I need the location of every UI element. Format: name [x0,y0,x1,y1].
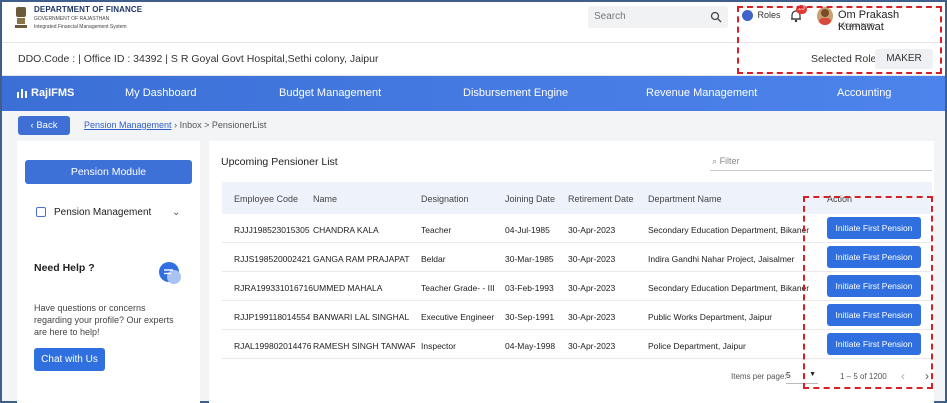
page-title: Upcoming Pensioner List [221,156,338,168]
sidebar-item-label: Pension Management [54,207,152,218]
nav-revenue-management[interactable]: Revenue Management [646,87,757,99]
breadcrumb: Pension Management › Inbox > PensionerLi… [84,120,266,130]
cell-department: Police Department, Jaipur [648,341,746,351]
cell-employee-code: RJJJ198523015305 [234,225,310,235]
need-help-heading: Need Help ? [34,262,95,274]
cell-department: Secondary Education Department, Bikaner [648,225,810,235]
cell-employee-code: RJJP199118014554 [234,312,311,322]
cell-joining-date: 04-Jul-1985 [505,225,550,235]
pension-module-button[interactable]: Pension Module [25,160,192,184]
cell-employee-code: RJRA199331016716 [234,283,313,293]
nav-budget-management[interactable]: Budget Management [279,87,381,99]
cell-designation: Teacher Grade- - III [421,283,495,293]
brand-name: RajIFMS [31,87,75,99]
cell-joining-date: 30-Sep-1991 [505,312,555,322]
cell-name: UMMED MAHALA [313,283,383,293]
column-header-employee-code[interactable]: Employee Code [234,194,298,204]
items-per-page-value: 5 [786,370,791,380]
items-per-page-label: Items per page: [731,372,787,381]
cell-name: CHANDRA KALA [313,225,379,235]
breadcrumb-pension-management[interactable]: Pension Management [84,120,172,130]
column-header-name[interactable]: Name [313,194,337,204]
cell-name: GANGA RAM PRAJAPAT [313,254,410,264]
column-header-joining-date[interactable]: Joining Date [505,194,555,204]
filter-placeholder: ⌕ Filter [712,156,740,166]
annotation-box-action [803,196,933,389]
cell-department: Public Works Department, Jaipur [648,312,773,322]
cell-employee-code: RJAL199802014476 [234,341,312,351]
chat-with-us-button[interactable]: Chat with Us [34,348,105,371]
nav-my-dashboard[interactable]: My Dashboard [125,87,197,99]
cell-designation: Inspector [421,341,456,351]
search-icon: ⌕ [712,156,718,166]
sidebar-item-pension-management[interactable]: Pension Management [36,207,151,218]
cell-retirement-date: 30-Apr-2023 [568,254,616,264]
cell-department: Secondary Education Department, Bikaner [648,283,810,293]
column-header-designation[interactable]: Designation [421,194,469,204]
nav-disbursement-engine[interactable]: Disbursement Engine [463,87,568,99]
cell-retirement-date: 30-Apr-2023 [568,312,616,322]
main-navbar: RajIFMS My Dashboard Budget Management D… [2,76,945,111]
system-name: Integrated Financial Management System [34,24,127,30]
dept-title: DEPARTMENT OF FINANCE [34,5,143,14]
search-input[interactable]: Search [588,6,728,28]
nav-accounting[interactable]: Accounting [837,87,891,99]
chevron-down-icon[interactable]: ⌄ [172,207,180,218]
filter-input[interactable]: ⌕ Filter [710,153,932,171]
cell-designation: Executive Engineer [421,312,495,322]
back-label: Back [36,120,58,131]
chevron-left-icon: ‹ [30,120,34,131]
document-search-icon [36,207,46,218]
cell-department: Indira Gandhi Nahar Project, Jaisalmer [648,254,795,264]
breadcrumb-current: Inbox > PensionerList [179,120,267,130]
cell-retirement-date: 30-Apr-2023 [568,341,616,351]
cell-joining-date: 30-Mar-1985 [505,254,554,264]
column-header-retirement-date[interactable]: Retirement Date [568,194,634,204]
cell-designation: Teacher [421,225,452,235]
cell-employee-code: RJJS198520002421 [234,254,312,264]
rajifms-logo-icon [17,89,27,99]
cell-retirement-date: 30-Apr-2023 [568,225,616,235]
help-description: Have questions or concerns regarding you… [34,303,174,337]
back-button[interactable]: ‹ Back [18,116,70,135]
dept-subtitle: GOVERNMENT OF RAJASTHAN [34,16,110,22]
column-header-department-name[interactable]: Department Name [648,194,722,204]
cell-joining-date: 04-May-1998 [505,341,556,351]
ddo-office-info: DDO.Code : | Office ID : 34392 | S R Goy… [18,53,379,65]
cell-designation: Beldar [421,254,446,264]
chat-bubble-icon [159,262,181,284]
brand-logo[interactable]: RajIFMS [16,87,74,99]
cell-retirement-date: 30-Apr-2023 [568,283,616,293]
search-placeholder: Search [594,11,626,22]
state-emblem-icon [15,7,27,28]
cell-joining-date: 03-Feb-1993 [505,283,554,293]
cell-name: RAMESH SINGH TANWAR SI [313,341,415,351]
cell-name: BANWARI LAL SINGHAL [313,312,410,322]
annotation-box-user [737,6,942,74]
search-icon[interactable] [710,11,722,23]
